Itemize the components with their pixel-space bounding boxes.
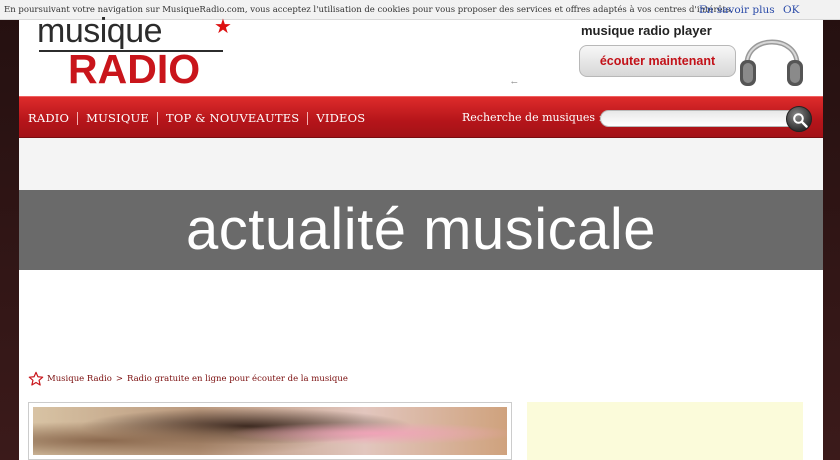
nav-divider xyxy=(307,111,309,125)
nav-divider xyxy=(77,111,79,125)
nav-item-radio[interactable]: RADIO xyxy=(28,111,69,125)
listen-now-button[interactable]: écouter maintenant xyxy=(579,45,736,77)
breadcrumb-current[interactable]: Radio gratuite en ligne pour écouter de … xyxy=(127,374,348,384)
page-gutter-left xyxy=(0,0,19,460)
nav-item-top-nouveautes[interactable]: TOP & NOUVEAUTES xyxy=(166,111,299,125)
headphones-icon xyxy=(740,39,803,86)
cookie-more-link[interactable]: En savoir plus xyxy=(699,4,775,16)
page-gutter-right xyxy=(823,0,840,460)
star-icon xyxy=(28,371,44,386)
banner-area xyxy=(19,138,823,190)
breadcrumb: Musique Radio > Radio gratuite en ligne … xyxy=(28,371,348,387)
article-image[interactable] xyxy=(33,407,507,455)
cookie-ok-button[interactable]: OK xyxy=(783,4,799,16)
page-title: actualité musicale xyxy=(19,190,823,270)
ad-placeholder xyxy=(527,402,803,460)
nav-item-videos[interactable]: VIDEOS xyxy=(316,111,365,125)
main-nav: RADIO MUSIQUE TOP & NOUVEAUTES VIDEOS Re… xyxy=(19,96,823,138)
search-input[interactable] xyxy=(600,110,796,127)
breadcrumb-home[interactable]: Musique Radio xyxy=(47,374,112,384)
site-header: musique ★ RADIO musique radio player éco… xyxy=(19,12,823,96)
site-logo[interactable]: musique ★ RADIO xyxy=(37,12,237,92)
breadcrumb-separator: > xyxy=(115,374,123,384)
nav-links: RADIO MUSIQUE TOP & NOUVEAUTES VIDEOS xyxy=(28,111,365,125)
nav-item-musique[interactable]: MUSIQUE xyxy=(86,111,149,125)
player-arrow-icon: ← xyxy=(511,78,518,87)
player-title: musique radio player xyxy=(581,23,712,38)
article-image-frame xyxy=(28,402,512,460)
search-icon xyxy=(793,113,808,128)
nav-divider xyxy=(156,111,158,125)
logo-star-icon: ★ xyxy=(214,14,232,38)
logo-text-bottom: RADIO xyxy=(68,46,201,92)
search-button[interactable] xyxy=(786,106,812,132)
search-label: Recherche de musiques : xyxy=(462,111,603,124)
